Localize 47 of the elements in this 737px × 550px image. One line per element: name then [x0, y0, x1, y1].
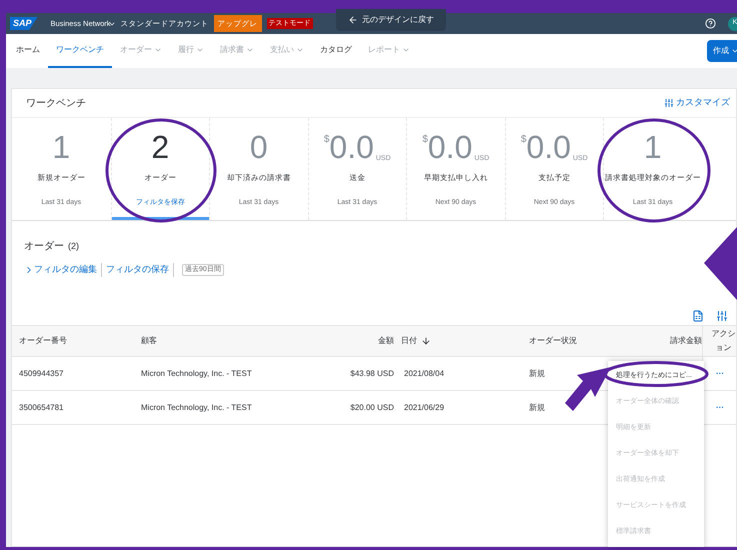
table-cell-text: 2021/06/29: [403, 402, 446, 414]
kpi-value: 1: [644, 130, 662, 164]
arrow-annotation: [565, 367, 611, 411]
orders-count: (2): [68, 240, 79, 253]
customize-link[interactable]: カスタマイズ: [664, 96, 730, 110]
table-cell: 新規: [529, 402, 545, 414]
create-button[interactable]: 作成: [707, 40, 737, 62]
table-cell-text: $43.98 USD: [349, 368, 394, 380]
table-cell-text: Micron Technology, Inc. - TEST: [140, 402, 253, 414]
column-header[interactable]: 請求金額: [670, 335, 702, 347]
table-cell-text: 2021/08/04: [403, 368, 446, 380]
column-header[interactable]: アクション: [710, 327, 737, 355]
nav-tab[interactable]: ワークベンチ: [48, 34, 112, 68]
sap-logo[interactable]: SAP: [10, 17, 38, 30]
column-header[interactable]: オーダー番号: [19, 335, 67, 347]
nav-tab[interactable]: カタログ: [312, 34, 360, 68]
settings-icon[interactable]: [716, 310, 728, 322]
caret-icon: [731, 47, 737, 55]
sort-icon[interactable]: [421, 336, 431, 346]
kpi-value: 0: [250, 130, 268, 164]
table-cell-text: 4509944357: [18, 368, 64, 380]
currency-symbol: $: [324, 133, 330, 147]
section-title: ワークベンチ: [26, 96, 86, 110]
save-filter-link[interactable]: フィルタの保存: [102, 263, 174, 276]
currency-symbol: $: [520, 133, 526, 147]
orders-title: オーダー: [24, 240, 64, 254]
back-to-classic-link[interactable]: 元のデザインに戻す: [336, 9, 446, 31]
column-header[interactable]: 顧客: [141, 335, 157, 347]
currency-symbol: $: [422, 133, 428, 147]
kpi-value: 2: [151, 130, 170, 164]
back-arrow-icon: [348, 15, 358, 25]
kpi-value: 0.0: [329, 130, 374, 164]
column-header[interactable]: オーダー状況: [529, 335, 577, 347]
kpi-value: 0.0: [526, 130, 571, 164]
sliders-icon: [664, 98, 674, 108]
edit-filter-link[interactable]: フィルタの編集: [34, 263, 102, 276]
help-icon[interactable]: [705, 18, 716, 29]
table-cell-text: Micron Technology, Inc. - TEST: [140, 368, 253, 380]
column-header[interactable]: 日付: [401, 335, 417, 347]
table-cell: 新規: [529, 368, 545, 380]
nav-tab[interactable]: ホーム: [8, 34, 48, 68]
column-header[interactable]: 金額: [378, 335, 394, 347]
export-icon[interactable]: [692, 310, 704, 322]
kpi-value: 0.0: [428, 130, 472, 164]
kpi-value: 1: [52, 130, 70, 164]
table-cell-text: 3500654781: [18, 402, 64, 414]
table-cell-text: $20.00 USD: [349, 402, 394, 414]
